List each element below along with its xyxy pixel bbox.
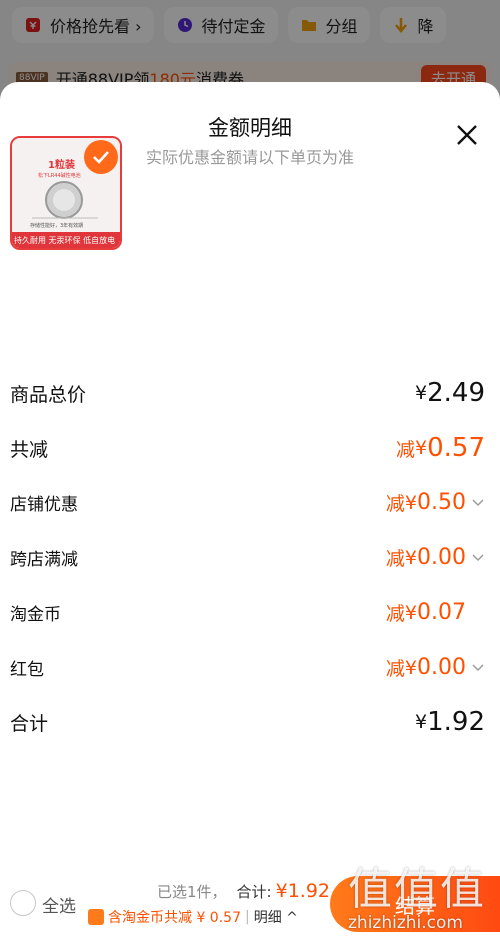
- row-label: 共减: [10, 438, 49, 461]
- product-model: 松下LR44碱性电池: [38, 173, 81, 179]
- product-badge: 1粒装: [48, 160, 75, 171]
- row-value: ¥1.92: [415, 707, 485, 737]
- row-label: 红包: [10, 660, 44, 680]
- coin-discount-text: 含淘金币共减 ¥ 0.57: [108, 910, 241, 926]
- chevron-down-icon[interactable]: [471, 553, 485, 563]
- row-value: 减 ¥0.00: [386, 654, 485, 681]
- row-cross-store-discount[interactable]: 跨店满减 减 ¥0.00: [10, 544, 485, 571]
- row-label: 商品总价: [10, 383, 87, 406]
- product-feature: 存储性能好，3年有效期: [30, 223, 84, 229]
- checkmark-icon: [84, 140, 118, 174]
- row-value: ¥2.49: [415, 378, 485, 408]
- row-value: 减 ¥0.57: [396, 433, 485, 463]
- row-grand-total: 合计 ¥1.92: [10, 707, 485, 737]
- row-store-discount[interactable]: 店铺优惠 减 ¥0.50: [10, 489, 485, 516]
- checkout-summary: 已选1件， 合计: ¥1.92: [157, 880, 330, 902]
- row-value: 减 ¥0.07: [385, 600, 466, 625]
- detail-toggle[interactable]: 明细 ^: [254, 907, 298, 927]
- coin-discount-line[interactable]: 含淘金币共减 ¥ 0.57 | 明细 ^: [88, 907, 298, 927]
- product-footer: 持久耐用 无汞环保 低自放电: [14, 236, 116, 245]
- row-label: 跨店满减: [10, 550, 78, 570]
- row-taobao-coins: 淘金币 减 ¥0.07: [10, 599, 485, 626]
- checkout-button[interactable]: 结算: [330, 876, 500, 932]
- row-value: 减 ¥0.00: [386, 544, 485, 571]
- row-red-packet[interactable]: 红包 减 ¥0.00: [10, 654, 485, 681]
- selected-count: 已选1件，: [157, 883, 227, 901]
- chevron-down-icon[interactable]: [471, 498, 485, 508]
- separator: |: [244, 909, 250, 925]
- close-icon[interactable]: [454, 122, 480, 148]
- select-all-radio[interactable]: [10, 890, 36, 916]
- row-value: 减 ¥0.50: [386, 489, 485, 516]
- total-amount: ¥1.92: [275, 880, 331, 902]
- coin-icon: [88, 909, 104, 925]
- chevron-down-icon[interactable]: [471, 663, 485, 673]
- select-all-label[interactable]: 全选: [42, 892, 76, 917]
- row-total-discount: 共减 减 ¥0.57: [10, 433, 485, 463]
- row-label: 店铺优惠: [10, 495, 78, 515]
- row-subtotal: 商品总价 ¥2.49: [10, 378, 485, 408]
- total-label: 合计:: [236, 883, 272, 901]
- row-label: 合计: [10, 712, 49, 735]
- row-label: 淘金币: [10, 605, 61, 625]
